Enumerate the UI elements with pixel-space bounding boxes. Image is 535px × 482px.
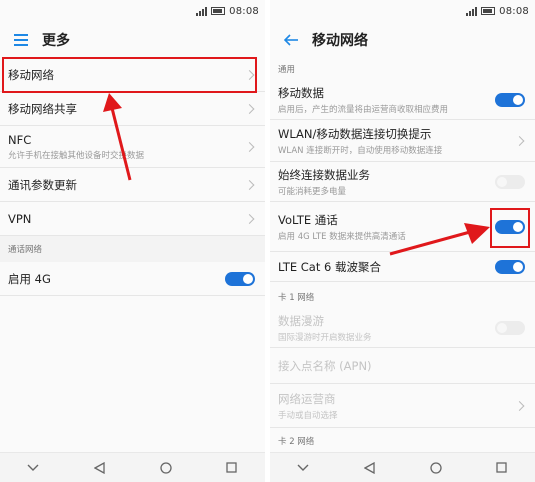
enable-4g-toggle[interactable] xyxy=(225,271,255,286)
section-sim1: 卡 1 网络 xyxy=(270,286,535,308)
setting-network-operator[interactable]: 网络运营商 手动或自动选择 xyxy=(270,384,535,428)
menu-item-enable-4g: 启用 4G xyxy=(0,262,265,296)
setting-wlan-switch-prompt[interactable]: WLAN/移动数据连接切换提示 WLAN 连接断开时，自动使用移动数据连接 xyxy=(270,120,535,162)
status-bar: 08:08 xyxy=(270,0,535,22)
navigation-bar xyxy=(0,452,265,482)
status-time: 08:08 xyxy=(229,5,259,17)
app-bar: 移动网络 xyxy=(270,22,535,58)
battery-icon xyxy=(211,7,226,15)
setting-apn[interactable]: 接入点名称 (APN) xyxy=(270,348,535,384)
arrow-icon xyxy=(103,93,132,181)
recents-icon[interactable] xyxy=(222,458,242,478)
arrow-icon xyxy=(389,223,490,256)
signal-icon xyxy=(466,6,478,16)
setting-mobile-data: 移动数据 启用后，产生的流量将由运营商收取相应费用 xyxy=(270,80,535,120)
page-title: 更多 xyxy=(42,33,70,49)
mobile-data-toggle[interactable] xyxy=(495,92,525,107)
menu-icon[interactable] xyxy=(8,27,34,53)
chevron-down-icon[interactable] xyxy=(293,458,313,478)
back-arrow-icon[interactable] xyxy=(278,27,304,53)
status-time: 08:08 xyxy=(499,5,529,17)
back-icon[interactable] xyxy=(359,458,379,478)
section-call-network: 通话网络 xyxy=(0,236,265,262)
home-icon[interactable] xyxy=(156,458,176,478)
chevron-down-icon[interactable] xyxy=(23,458,43,478)
mobile-network-screen: 08:08 移动网络 通用 移动数据 启用后，产生的流量将由运营商收取相应费用 … xyxy=(270,0,535,482)
data-roaming-toggle[interactable] xyxy=(495,320,525,335)
signal-icon xyxy=(196,6,208,16)
app-bar: 更多 xyxy=(0,22,265,58)
section-general: 通用 xyxy=(270,58,535,80)
page-title: 移动网络 xyxy=(312,33,368,49)
navigation-bar xyxy=(270,452,535,482)
status-bar: 08:08 xyxy=(0,0,265,22)
setting-data-roaming: 数据漫游 国际漫游时开启数据业务 xyxy=(270,308,535,348)
highlight-box xyxy=(2,57,257,93)
always-on-data-toggle[interactable] xyxy=(495,174,525,189)
more-settings-screen: 08:08 更多 移动网络 移动网络共享 NFC 允许手机在接触其他设备时交换数… xyxy=(0,0,265,482)
highlight-box xyxy=(490,208,530,248)
recents-icon[interactable] xyxy=(492,458,512,478)
back-icon[interactable] xyxy=(89,458,109,478)
section-sim2: 卡 2 网络 xyxy=(270,430,535,452)
lte-cat6-toggle[interactable] xyxy=(495,259,525,274)
menu-item-vpn[interactable]: VPN xyxy=(0,202,265,236)
setting-always-on-data: 始终连接数据业务 可能消耗更多电量 xyxy=(270,162,535,202)
battery-icon xyxy=(481,7,496,15)
home-icon[interactable] xyxy=(426,458,446,478)
